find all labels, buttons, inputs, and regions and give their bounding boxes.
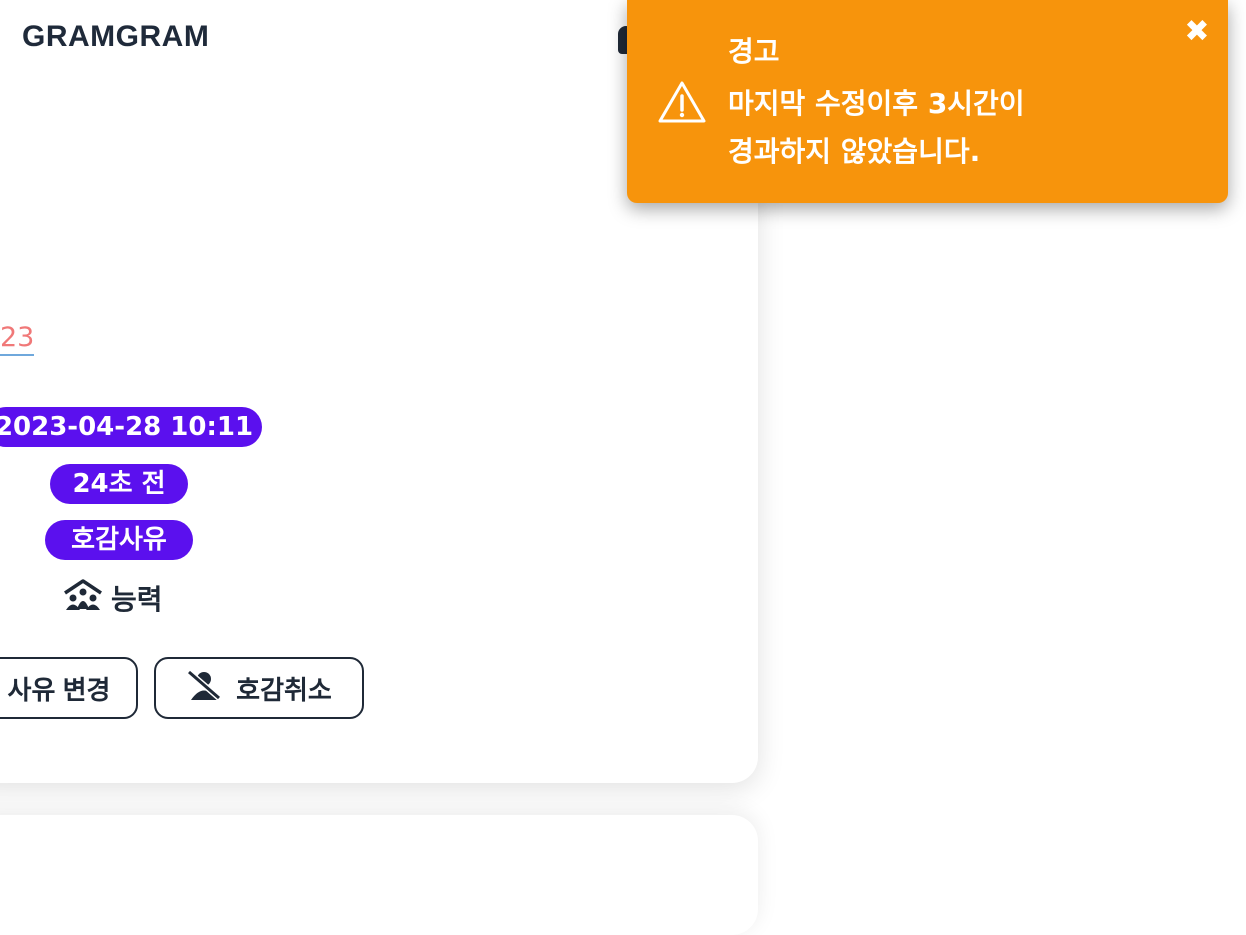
- post-link[interactable]: 23: [0, 322, 35, 356]
- user-slash-icon: [186, 669, 222, 708]
- group-house-icon: [63, 578, 103, 618]
- ability-row: 능력: [63, 578, 163, 618]
- change-reason-button[interactable]: 사유 변경: [0, 657, 138, 719]
- warning-icon: [657, 80, 707, 124]
- reason-badge: 호감사유: [45, 520, 193, 560]
- close-icon[interactable]: ✖: [1183, 17, 1211, 47]
- cancel-like-button[interactable]: 호감취소: [154, 657, 364, 719]
- warning-toast[interactable]: 경고 마지막 수정이후 3시간이 경과하지 않았습니다. ✖: [627, 0, 1228, 203]
- toast-message-line: 마지막 수정이후 3시간이: [728, 87, 1025, 120]
- toast-message: 마지막 수정이후 3시간이 경과하지 않았습니다.: [728, 80, 1148, 176]
- toast-title: 경고: [728, 35, 780, 68]
- change-reason-label: 사유 변경: [7, 674, 111, 705]
- toast-message-line: 경과하지 않았습니다.: [728, 135, 981, 168]
- cancel-like-label: 호감취소: [236, 674, 332, 705]
- elapsed-badge: 24초 전: [50, 464, 188, 504]
- date-badge: 2023-04-28 10:11: [0, 407, 262, 447]
- next-post-card: [0, 815, 758, 935]
- brand-logo[interactable]: GRAMGRAM: [22, 20, 209, 54]
- ability-label: 능력: [111, 583, 163, 616]
